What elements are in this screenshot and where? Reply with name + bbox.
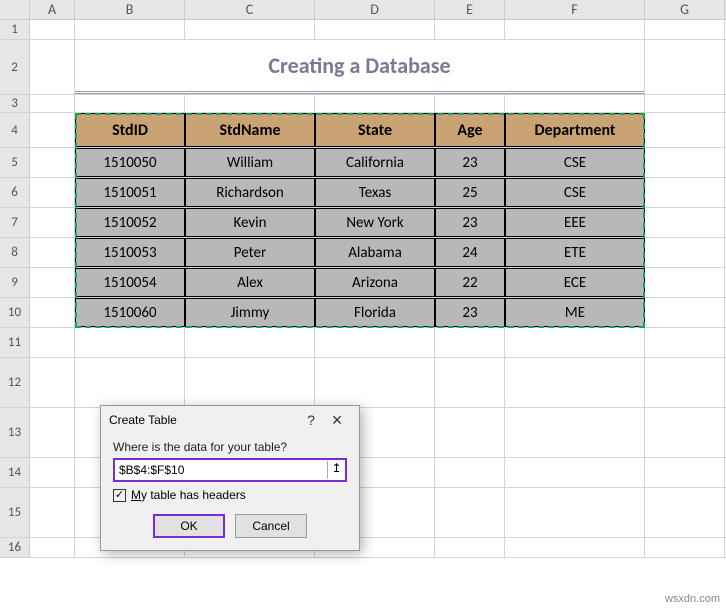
headers-checkbox[interactable]: ✓ [113, 489, 126, 502]
col-header-d[interactable]: D [315, 0, 435, 19]
dialog-title-text: Create Table [109, 413, 299, 427]
th-age[interactable]: Age [435, 113, 505, 147]
range-input[interactable] [115, 461, 327, 479]
headers-checkbox-label: My table has headers [131, 488, 246, 502]
table-row: 6 1510051 Richardson Texas 25 CSE [0, 178, 726, 208]
col-header-b[interactable]: B [75, 0, 185, 19]
th-stdname[interactable]: StdName [185, 113, 315, 147]
row-header-3[interactable]: 3 [0, 95, 30, 112]
dialog-titlebar[interactable]: Create Table ? × [101, 406, 359, 434]
dialog-question: Where is the data for your table? [113, 440, 347, 454]
row-header-16[interactable]: 16 [0, 538, 30, 557]
ok-button[interactable]: OK [153, 514, 225, 538]
col-header-g[interactable]: G [645, 0, 725, 19]
row-header-12[interactable]: 12 [0, 358, 30, 407]
col-header-a[interactable]: A [30, 0, 75, 19]
table-row: 5 1510050 William California 23 CSE [0, 148, 726, 178]
help-icon[interactable]: ? [299, 412, 323, 428]
row-1: 1 [0, 20, 726, 40]
th-department[interactable]: Department [505, 113, 645, 147]
th-state[interactable]: State [315, 113, 435, 147]
row-header-1[interactable]: 1 [0, 20, 30, 39]
row-header-2[interactable]: 2 [0, 40, 30, 94]
page-title[interactable]: Creating a Database [75, 40, 645, 94]
row-11: 11 [0, 328, 726, 358]
th-stdid[interactable]: StdID [75, 113, 185, 147]
table-row: 9 1510054 Alex Arizona 22 ECE [0, 268, 726, 298]
table-row: 8 1510053 Peter Alabama 24 ETE [0, 238, 726, 268]
row-header-11[interactable]: 11 [0, 328, 30, 357]
column-headers: A B C D E F G [0, 0, 726, 20]
range-input-wrapper: ↥ [113, 458, 347, 482]
col-header-f[interactable]: F [505, 0, 645, 19]
col-header-c[interactable]: C [185, 0, 315, 19]
dialog-body: Where is the data for your table? ↥ ✓ My… [101, 434, 359, 550]
table-row: 7 1510052 Kevin New York 23 EEE [0, 208, 726, 238]
dialog-buttons: OK Cancel [113, 514, 347, 538]
row-header-5[interactable]: 5 [0, 148, 30, 177]
row-3: 3 [0, 95, 726, 113]
row-2: 2 Creating a Database [0, 40, 726, 95]
row-header-6[interactable]: 6 [0, 178, 30, 207]
row-header-14[interactable]: 14 [0, 458, 30, 487]
row-header-13[interactable]: 13 [0, 408, 30, 457]
row-4: 4 StdID StdName State Age Department [0, 113, 726, 148]
close-icon[interactable]: × [323, 413, 351, 427]
row-header-7[interactable]: 7 [0, 208, 30, 237]
row-header-8[interactable]: 8 [0, 238, 30, 267]
cancel-button[interactable]: Cancel [235, 514, 307, 538]
create-table-dialog: Create Table ? × Where is the data for y… [100, 405, 360, 551]
col-header-e[interactable]: E [435, 0, 505, 19]
select-all-corner[interactable] [0, 0, 30, 19]
row-header-15[interactable]: 15 [0, 488, 30, 537]
row-header-9[interactable]: 9 [0, 268, 30, 297]
table-row: 10 1510060 Jimmy Florida 23 ME [0, 298, 726, 328]
row-header-4[interactable]: 4 [0, 113, 30, 147]
collapse-dialog-icon[interactable]: ↥ [327, 461, 345, 479]
row-12: 12 [0, 358, 726, 408]
headers-checkbox-row[interactable]: ✓ My table has headers [113, 488, 347, 502]
row-header-10[interactable]: 10 [0, 298, 30, 327]
watermark: wsxdn.com [665, 593, 720, 605]
